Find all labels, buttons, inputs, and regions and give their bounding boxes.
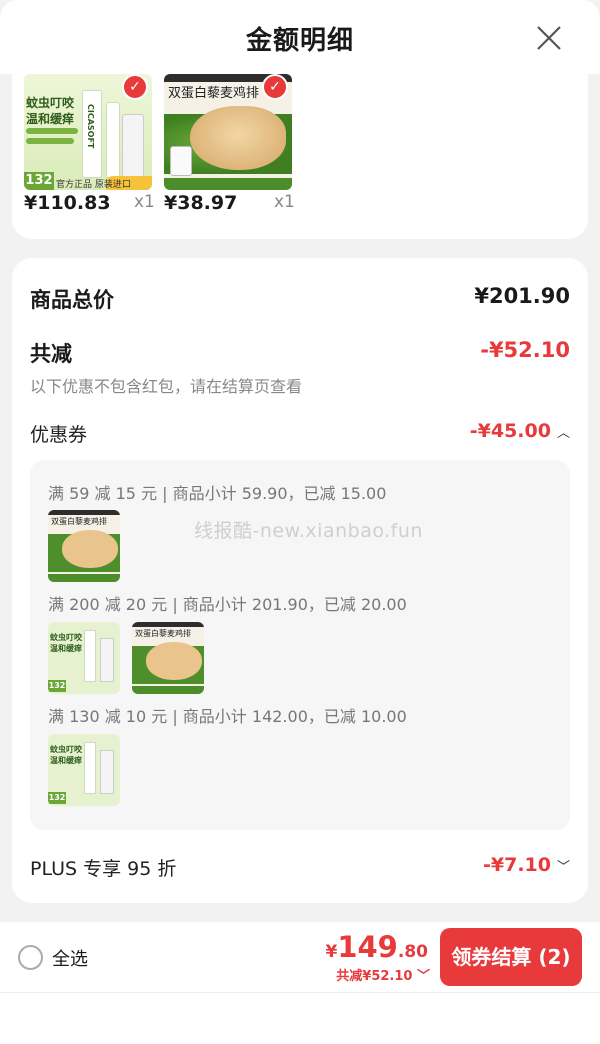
select-all-label[interactable]: 全选: [52, 945, 88, 971]
image-text: 双蛋白藜麦鸡排: [168, 86, 260, 101]
total-row: 商品总价 ¥201.90: [30, 284, 570, 314]
image-text: 双蛋白藜麦鸡排: [51, 517, 107, 526]
saved-amount[interactable]: 共减¥52.10 ﹀: [336, 965, 430, 984]
plus-value: -¥7.10: [483, 854, 551, 876]
image-text: 132: [48, 792, 66, 804]
price-summary-card: 商品总价 ¥201.90 共减 -¥52.10 以下优惠不包含红包，请在结算页查…: [12, 258, 588, 903]
product-qty: x1: [274, 192, 295, 212]
package-shape: [170, 146, 192, 176]
chicken-shape: [62, 530, 118, 568]
watermark: 线报酷-new.xianbao.fun: [194, 520, 423, 542]
amount-dec: .80: [397, 942, 428, 962]
plus-label: PLUS 专享 95 折: [30, 858, 177, 880]
image-decoration: [132, 686, 204, 694]
chevron-down-icon[interactable]: ﹀: [557, 860, 570, 875]
coupon-detail-box: 满 59 减 15 元 | 商品小计 59.90，已减 15.00 双蛋白藜麦鸡…: [30, 460, 570, 830]
saved-text: 共减¥52.10: [336, 969, 413, 984]
image-text: 温和缓痒: [50, 644, 82, 653]
tube-shape: [84, 630, 96, 682]
modal-header: 金额明细: [0, 0, 600, 74]
image-decoration: [26, 138, 74, 144]
plus-discount-row[interactable]: PLUS 专享 95 折 -¥7.10 ﹀: [30, 854, 570, 881]
coupon-product-thumb: 双蛋白藜麦鸡排: [132, 622, 204, 694]
currency-symbol: ¥: [325, 942, 338, 962]
image-text: 温和缓痒: [50, 756, 82, 765]
amount-int: 149: [337, 930, 398, 964]
coupon-rule: 满 130 减 10 元 | 商品小计 142.00，已减 10.00: [48, 707, 407, 726]
image-text: 官方正品 原装进口: [56, 180, 131, 190]
image-text: 132: [48, 680, 66, 692]
checkout-bar: 全选 ¥149.80 共减¥52.10 ﹀ 领券结算 (2): [0, 922, 600, 992]
coupon-rule: 满 59 减 15 元 | 商品小计 59.90，已减 15.00: [48, 484, 387, 503]
coupon-row[interactable]: 优惠券 -¥45.00 ︿: [30, 420, 570, 447]
check-icon[interactable]: ✓: [262, 74, 288, 100]
tube-shape: [106, 102, 120, 178]
reduce-row: 共减 -¥52.10: [30, 338, 570, 368]
checkout-button[interactable]: 领券结算 (2): [440, 928, 582, 986]
bottom-strip: [0, 992, 600, 1044]
chicken-shape: [190, 106, 286, 170]
total-amount: ¥149.80: [325, 930, 428, 964]
box-shape: [100, 638, 114, 682]
coupon-value-wrap: -¥45.00 ︿: [470, 420, 570, 442]
product-card: 蚊虫叮咬 温和缓痒 CICASOFT 132 官方正品 原装进口 ✓ ¥110.…: [12, 74, 588, 239]
image-text: 蚊虫叮咬: [50, 633, 82, 642]
image-decoration: [132, 622, 204, 627]
image-text: 温和缓痒: [26, 112, 75, 126]
coupon-product-thumb: 蚊虫叮咬 温和缓痒 132: [48, 622, 120, 694]
image-text: 蚊虫叮咬: [26, 96, 75, 110]
image-text: 双蛋白藜麦鸡排: [135, 629, 191, 638]
product-qty: x1: [134, 192, 155, 212]
total-value: ¥201.90: [474, 284, 570, 308]
image-decoration: [26, 128, 78, 134]
coupon-product-thumb: 双蛋白藜麦鸡排: [48, 510, 120, 582]
chicken-shape: [146, 642, 202, 680]
image-decoration: [48, 574, 120, 582]
image-decoration: [164, 178, 292, 190]
plus-value-wrap: -¥7.10 ﹀: [483, 854, 570, 876]
radio-icon[interactable]: [18, 945, 43, 970]
modal-title: 金额明细: [245, 26, 354, 56]
chevron-down-icon: ﹀: [412, 969, 430, 984]
tube-shape: [84, 742, 96, 794]
image-text: 132: [24, 172, 54, 190]
reduce-value: -¥52.10: [480, 338, 570, 362]
coupon-label: 优惠券: [30, 424, 88, 446]
image-text: 蚊虫叮咬: [50, 745, 82, 754]
image-decoration: [48, 510, 120, 515]
total-label: 商品总价: [30, 288, 114, 312]
product-price: ¥38.97: [164, 192, 238, 214]
box-shape: [100, 750, 114, 794]
box-shape: [122, 114, 144, 178]
coupon-product-thumb: 蚊虫叮咬 温和缓痒 132: [48, 734, 120, 806]
check-icon[interactable]: ✓: [122, 74, 148, 100]
chevron-up-icon[interactable]: ︿: [557, 426, 570, 441]
reduce-note: 以下优惠不包含红包，请在结算页查看: [30, 377, 303, 396]
coupon-rule: 满 200 减 20 元 | 商品小计 201.90，已减 20.00: [48, 595, 407, 614]
image-text: CICASOFT: [86, 104, 95, 149]
product-price: ¥110.83: [24, 192, 111, 214]
close-icon[interactable]: [534, 23, 564, 53]
coupon-value: -¥45.00: [469, 420, 551, 442]
reduce-label: 共减: [30, 342, 72, 366]
